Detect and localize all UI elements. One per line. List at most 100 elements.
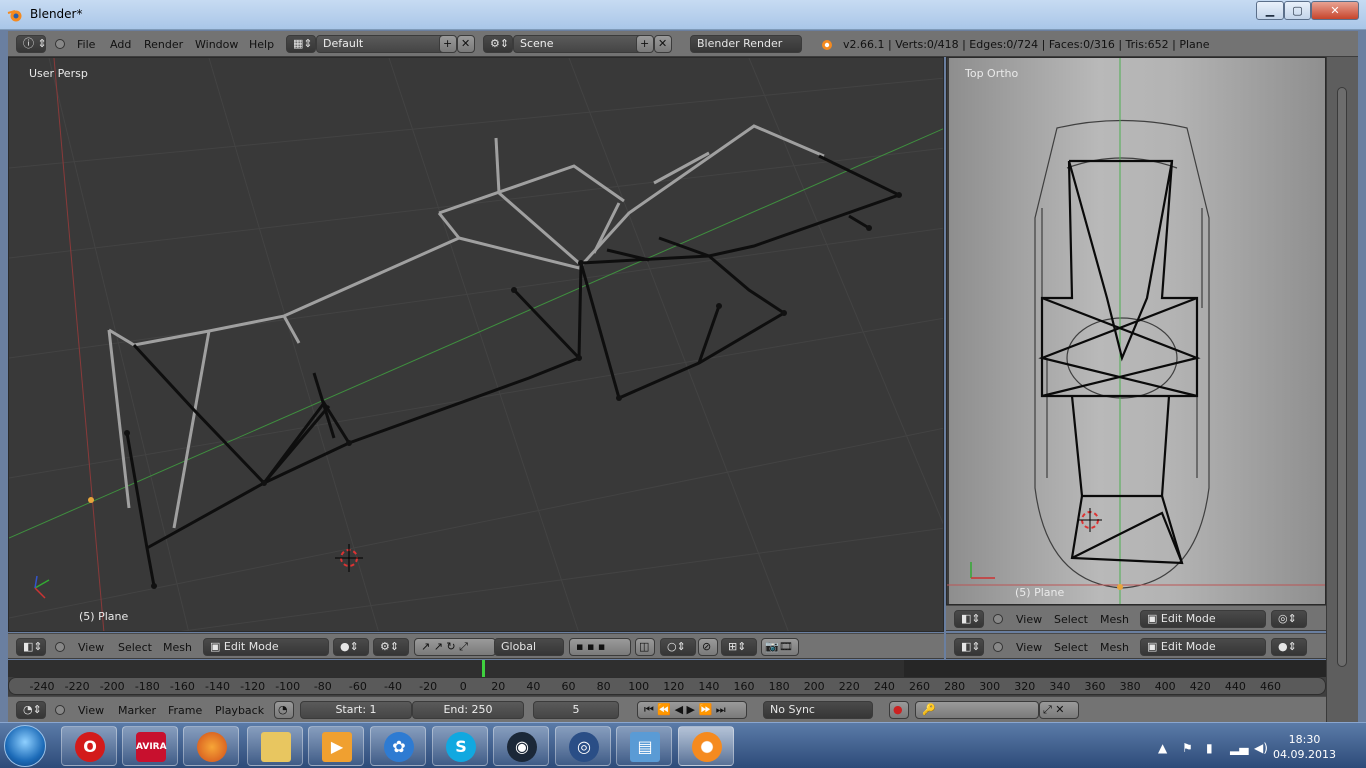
menu-marker[interactable]: Marker	[118, 704, 156, 717]
maximize-button[interactable]: ▢	[1284, 1, 1311, 20]
menu-view[interactable]: View	[78, 704, 104, 717]
network-alert-icon[interactable]: ⚑	[1182, 741, 1193, 755]
minimize-button[interactable]: ▁	[1256, 1, 1284, 20]
remove-layout-icon[interactable]: ✕	[457, 35, 475, 53]
snap-icon[interactable]: ⊘	[698, 638, 718, 656]
render-engine-dropdown[interactable]: Blender Render	[690, 35, 802, 53]
select-mode-buttons[interactable]: ▪ ▪ ▪	[569, 638, 631, 656]
add-scene-icon[interactable]: +	[636, 35, 654, 53]
mode-dropdown[interactable]: ▣ Edit Mode	[203, 638, 329, 656]
menu-frame[interactable]: Frame	[168, 704, 202, 717]
menu-mesh[interactable]: Mesh	[163, 641, 192, 654]
viewport-3d[interactable]: User Persp (5) Plane	[8, 57, 944, 632]
shading-dropdown[interactable]: ◎⇕	[1271, 610, 1307, 628]
taskbar-app-explorer[interactable]	[247, 726, 303, 766]
3d-cursor-icon	[335, 544, 363, 572]
timeline-tick: -160	[169, 680, 195, 693]
orientation-dropdown[interactable]: Global	[494, 638, 564, 656]
menu-playback[interactable]: Playback	[215, 704, 264, 717]
taskbar-app-blender[interactable]	[678, 726, 734, 766]
battery-icon[interactable]: ▮	[1206, 741, 1213, 755]
menu-mesh[interactable]: Mesh	[1100, 613, 1129, 626]
sync-dropdown[interactable]: No Sync	[763, 701, 873, 719]
scene-field[interactable]: Scene	[513, 35, 643, 53]
taskbar-app-image-viewer[interactable]: ▤	[616, 726, 672, 766]
collapse-menu-icon[interactable]	[993, 642, 1003, 652]
menu-render[interactable]: Render	[144, 38, 183, 51]
taskbar-app-skype[interactable]: S	[432, 726, 488, 766]
taskbar-app-avira[interactable]: AVIRA	[122, 726, 178, 766]
add-layout-icon[interactable]: +	[439, 35, 457, 53]
collapse-menu-icon[interactable]	[55, 705, 65, 715]
collapse-menu-icon[interactable]	[993, 614, 1003, 624]
menu-add[interactable]: Add	[110, 38, 131, 51]
taskbar-app-camera[interactable]: ◎	[555, 726, 611, 766]
timeline-tick: 300	[979, 680, 1001, 693]
start-button[interactable]	[4, 725, 46, 767]
timeline-tick: 240	[873, 680, 895, 693]
menu-view[interactable]: View	[1016, 613, 1042, 626]
collapse-menu-icon[interactable]	[55, 39, 65, 49]
taskbar-app-steam[interactable]: ◉	[493, 726, 549, 766]
menu-view[interactable]: View	[78, 641, 104, 654]
preview-range-icon[interactable]: ◔	[274, 701, 294, 719]
start-frame-field[interactable]: Start: 1	[300, 701, 412, 719]
scrollbar[interactable]	[1337, 87, 1347, 667]
editor-type-button[interactable]: ⓘ ⇕	[16, 35, 46, 53]
menu-select[interactable]: Select	[118, 641, 152, 654]
keyframe-buttons[interactable]: ⤢ ✕	[1039, 701, 1079, 719]
remove-scene-icon[interactable]: ✕	[654, 35, 672, 53]
proportional-edit-dropdown[interactable]: ○⇕	[660, 638, 696, 656]
mode-dropdown[interactable]: ▣ Edit Mode	[1140, 638, 1266, 656]
taskbar-app-generic[interactable]: ✿	[370, 726, 426, 766]
menu-mesh[interactable]: Mesh	[1100, 641, 1129, 654]
info-header: ⓘ ⇕ File Add Render Window Help ▦⇕ Defau…	[8, 31, 1358, 57]
keying-set-field[interactable]: 🔑	[915, 701, 1039, 719]
scene-icon[interactable]: ⚙⇕	[483, 35, 513, 53]
menu-help[interactable]: Help	[249, 38, 274, 51]
snap-element-dropdown[interactable]: ⊞⇕	[721, 638, 757, 656]
render-buttons[interactable]: 📷🎞	[761, 638, 799, 656]
render-engine-label: Blender Render	[697, 37, 783, 50]
blender-logo-icon	[822, 40, 832, 50]
menu-file[interactable]: File	[77, 38, 95, 51]
origin-dot	[88, 497, 94, 503]
editor-type-button[interactable]: ◧⇕	[954, 610, 984, 628]
mode-dropdown[interactable]: ▣ Edit Mode	[1140, 610, 1266, 628]
menu-window[interactable]: Window	[195, 38, 238, 51]
timeline-tick: -80	[313, 680, 332, 693]
shading-dropdown[interactable]: ●⇕	[333, 638, 369, 656]
layout-field[interactable]: Default	[316, 35, 446, 53]
object-label: (5) Plane	[79, 610, 129, 623]
menu-view[interactable]: View	[1016, 641, 1042, 654]
end-frame-field[interactable]: End: 250	[412, 701, 524, 719]
menu-select[interactable]: Select	[1054, 641, 1088, 654]
record-icon[interactable]: ●	[889, 701, 909, 719]
taskbar-app-media[interactable]: ▶	[308, 726, 364, 766]
taskbar-app-firefox[interactable]	[183, 726, 239, 766]
pivot-dropdown[interactable]: ⚙⇕	[373, 638, 409, 656]
taskbar-app-opera[interactable]: O	[61, 726, 117, 766]
show-hidden-icons-icon[interactable]: ▲	[1158, 741, 1167, 755]
timeline[interactable]: -240 -220 -200 -180 -160 -140 -120 -100 -80 -60 -4…	[8, 660, 1326, 696]
editor-type-button[interactable]: ◧⇕	[16, 638, 46, 656]
collapse-menu-icon[interactable]	[55, 642, 65, 652]
side-panel-strip[interactable]	[1326, 57, 1358, 722]
timeline-tick: -100	[275, 680, 301, 693]
volume-icon[interactable]: ◀)	[1254, 741, 1268, 755]
close-button[interactable]: ✕	[1311, 1, 1359, 20]
shading-dropdown[interactable]: ●⇕	[1271, 638, 1307, 656]
limit-selection-icon[interactable]: ◫	[635, 638, 655, 656]
playback-controls[interactable]: ⏮ ⏪ ◀ ▶ ⏩ ⏭	[637, 701, 747, 719]
manipulator-buttons[interactable]: ↗ ↗ ↻ ⤢	[414, 638, 496, 656]
menu-select[interactable]: Select	[1054, 613, 1088, 626]
editor-type-button[interactable]: ◧⇕	[954, 638, 984, 656]
viewport-top-ortho[interactable]: Top Ortho (5) Plane	[946, 57, 1326, 605]
system-clock[interactable]: 18:30 04.09.2013	[1273, 732, 1336, 762]
signal-icon[interactable]: ▂▄	[1230, 741, 1248, 755]
playhead[interactable]	[482, 660, 485, 677]
screen-layout-icon[interactable]: ▦⇕	[286, 35, 316, 53]
current-frame-field[interactable]: 5	[533, 701, 619, 719]
timeline-tick: 400	[1154, 680, 1176, 693]
editor-type-button[interactable]: ◔⇕	[16, 701, 46, 719]
